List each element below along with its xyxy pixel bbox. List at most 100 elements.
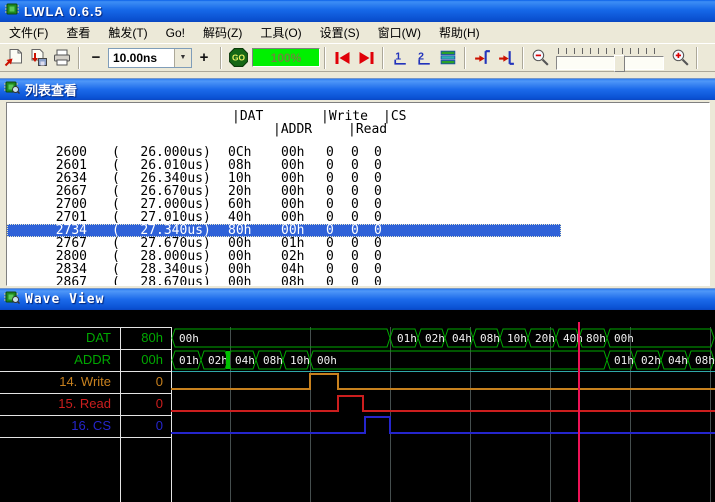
wave-channel-row[interactable]: DAT 80h xyxy=(0,327,171,349)
channel-cursor-value: 0 xyxy=(156,393,163,415)
list-rows: 2600(26.000us)0Ch00h0002601(26.010us)08h… xyxy=(7,146,709,286)
skip-to-start-button[interactable] xyxy=(330,46,354,70)
list-panel: |DAT |Write |CS |ADDR |Read 2600(26.000u… xyxy=(0,100,715,288)
wave-channel-row[interactable]: 15. Read 0 xyxy=(0,393,171,415)
wave-channel-row[interactable]: ADDR 00h xyxy=(0,349,171,371)
column-header-write: |Write xyxy=(321,109,368,122)
go-label: GO xyxy=(231,53,245,63)
list-row[interactable]: 2867(28.670us)00h08h000 xyxy=(7,276,709,286)
open-file-button[interactable] xyxy=(2,46,26,70)
toolbar-separator xyxy=(464,47,466,69)
menu-item[interactable]: 文件(F) xyxy=(0,22,57,43)
toolbar-separator xyxy=(522,47,524,69)
bus-value-label: 02h xyxy=(641,354,661,367)
wave-channel-row[interactable]: 16. CS0 xyxy=(0,415,171,437)
bus-value-label: 20h xyxy=(535,332,555,345)
list-cell-addr: 08h xyxy=(281,276,304,286)
list-view-button[interactable] xyxy=(436,46,460,70)
timebase-decrease-button[interactable]: − xyxy=(84,46,108,70)
bus-segment xyxy=(172,329,390,347)
app-chip-icon xyxy=(4,1,20,22)
chevron-down-icon[interactable]: ▼ xyxy=(174,49,191,67)
timebase-increase-button[interactable]: + xyxy=(192,46,216,70)
bus-value-label: 08h xyxy=(263,354,283,367)
skip-right-icon xyxy=(357,50,376,66)
channel-name: ADDR xyxy=(74,349,111,371)
bus-glitch-marker xyxy=(226,351,230,369)
list-panel-title: 列表查看 xyxy=(25,80,77,99)
wave-channel-row[interactable]: 14. Write0 xyxy=(0,371,171,393)
bus-value-label: 01h xyxy=(614,354,634,367)
bus-value-label: 04h xyxy=(235,354,255,367)
marker1-button[interactable]: 1 xyxy=(388,46,412,70)
menu-item[interactable]: 设置(S) xyxy=(311,22,369,43)
bus-segment xyxy=(310,351,607,369)
wave-panel: 00h01h02h04h08h10h20h40h80h00h01h02h04h0… xyxy=(0,310,715,502)
channel-cursor-value: 0 xyxy=(156,415,163,437)
go-button[interactable]: GO xyxy=(226,46,250,70)
bus-value-label: 08h xyxy=(695,354,715,367)
column-header-dat: |DAT xyxy=(232,109,263,122)
wave-panel-title: Wave View xyxy=(25,292,104,307)
menu-item[interactable]: 工具(O) xyxy=(251,22,310,43)
zoom-out-icon xyxy=(530,48,551,67)
menu-item[interactable]: 窗口(W) xyxy=(369,22,430,43)
save-file-icon xyxy=(28,48,48,67)
skip-to-end-button[interactable] xyxy=(354,46,378,70)
menu-item[interactable]: Go! xyxy=(157,24,194,42)
zoom-in-button[interactable] xyxy=(668,46,692,70)
marker1-icon: 1 xyxy=(391,49,410,66)
channel-cursor-value: 80h xyxy=(141,327,163,349)
list-cell-time: 28.670us xyxy=(113,276,203,286)
toolbar: − 10.00ns ▼ + GO 100% 1 xyxy=(0,43,715,72)
zoom-slider[interactable] xyxy=(556,46,664,70)
bus-value-label: 08h xyxy=(480,332,500,345)
wave-panel-title-bar[interactable]: Wave View xyxy=(0,288,715,310)
toolbar-separator xyxy=(220,47,222,69)
layers-icon xyxy=(439,49,458,66)
jump-next-edge-button[interactable] xyxy=(494,46,518,70)
channel-name: 14. Write xyxy=(59,371,111,393)
timebase-select[interactable]: 10.00ns ▼ xyxy=(108,48,192,68)
bus-value-label: 00h xyxy=(179,332,199,345)
menu-item[interactable]: 查看 xyxy=(57,22,99,43)
list-cell-write: 0 xyxy=(326,276,334,286)
channel-cursor-value: 00h xyxy=(141,349,163,371)
bus-value-label: 02h xyxy=(208,354,228,367)
slider-thumb[interactable] xyxy=(614,55,625,72)
menu-item[interactable]: 触发(T) xyxy=(99,22,156,43)
save-file-button[interactable] xyxy=(26,46,50,70)
wave-chip-icon xyxy=(4,289,20,310)
capture-progress-bar: 100% xyxy=(252,48,320,67)
title-bar[interactable]: LWLA 0.6.5 xyxy=(0,0,715,22)
application-window: LWLA 0.6.5 文件(F)查看触发(T)Go!解码(Z)工具(O)设置(S… xyxy=(0,0,715,502)
list-panel-title-bar[interactable]: 列表查看 xyxy=(0,78,715,100)
menu-item[interactable]: 帮助(H) xyxy=(430,22,489,43)
column-header-cs: |CS xyxy=(383,109,406,122)
edge-jump-right-icon xyxy=(497,49,516,66)
list-view[interactable]: |DAT |Write |CS |ADDR |Read 2600(26.000u… xyxy=(6,102,710,286)
toolbar-separator xyxy=(382,47,384,69)
list-cell-read: 0 xyxy=(351,276,359,286)
slider-track[interactable] xyxy=(556,56,664,70)
menu-item[interactable]: 解码(Z) xyxy=(194,22,251,43)
marker2-button[interactable]: 2 xyxy=(412,46,436,70)
list-cell-cs: 0 xyxy=(374,276,382,286)
bus-value-label: 10h xyxy=(290,354,310,367)
zoom-out-button[interactable] xyxy=(528,46,552,70)
column-header-addr: |ADDR xyxy=(273,122,312,135)
wave-channel-labels: DAT80hADDR00h14. Write015. Read016. CS0 xyxy=(0,310,171,502)
edge-jump-left-icon xyxy=(473,49,492,66)
jump-prev-edge-button[interactable] xyxy=(470,46,494,70)
channel-name: DAT xyxy=(86,327,111,349)
list-chip-icon xyxy=(4,79,20,100)
svg-text:1: 1 xyxy=(395,51,401,63)
open-file-icon xyxy=(4,48,24,67)
slider-ticks xyxy=(558,48,662,54)
window-title: LWLA 0.6.5 xyxy=(24,4,103,19)
marker2-icon: 2 xyxy=(415,49,434,66)
channel-name: 15. Read xyxy=(58,393,111,415)
toolbar-separator xyxy=(324,47,326,69)
print-button[interactable] xyxy=(50,46,74,70)
bus-value-label: 02h xyxy=(425,332,445,345)
